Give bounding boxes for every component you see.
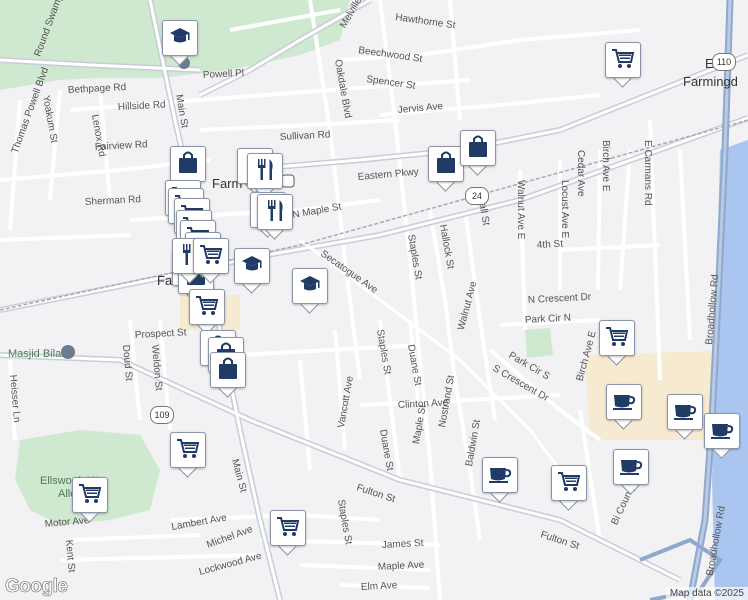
marker-box xyxy=(234,248,270,284)
marker-box xyxy=(667,394,703,430)
cafe-marker[interactable] xyxy=(482,457,518,503)
cart-icon xyxy=(194,292,220,323)
cart-icon xyxy=(556,468,582,499)
cafe-icon xyxy=(672,397,698,428)
marker-box xyxy=(210,352,246,388)
street-label: Powell Pl xyxy=(203,68,245,81)
cafe-icon xyxy=(618,452,644,483)
street-label: E Carmans Rd xyxy=(642,140,653,206)
marker-box xyxy=(270,510,306,546)
school-marker[interactable] xyxy=(292,268,328,314)
marker-box xyxy=(193,238,229,274)
shopping-marker[interactable] xyxy=(551,465,587,511)
restaurant-marker[interactable] xyxy=(247,153,283,199)
school-icon xyxy=(297,271,323,302)
marker-box xyxy=(247,153,283,189)
street-label: Cedar Ave xyxy=(575,150,586,197)
marker-box xyxy=(428,146,464,182)
restaurant-marker[interactable] xyxy=(257,194,293,240)
cart-icon xyxy=(175,435,201,466)
school-icon xyxy=(239,251,265,282)
route-24-shield: 24 xyxy=(465,187,489,205)
shopping-marker[interactable] xyxy=(605,42,641,88)
street-label: 4th St xyxy=(537,239,564,251)
cluster-marker[interactable] xyxy=(210,352,246,398)
school-marker[interactable] xyxy=(162,20,198,66)
cafe-marker[interactable] xyxy=(667,394,703,440)
marker-box xyxy=(599,320,635,356)
map-attribution: Map data ©2025 xyxy=(665,587,748,600)
marker-box xyxy=(605,42,641,78)
marker-box xyxy=(704,413,740,449)
shopping-marker[interactable] xyxy=(599,320,635,366)
store-marker[interactable] xyxy=(428,146,464,192)
cafe-icon xyxy=(487,460,513,491)
marker-box xyxy=(170,146,206,182)
shopping-marker[interactable] xyxy=(72,477,108,523)
google-logo: Google xyxy=(5,576,69,598)
marker-box xyxy=(292,268,328,304)
mosque-icon[interactable] xyxy=(61,345,75,359)
marker-box xyxy=(460,130,496,166)
marker-box xyxy=(606,384,642,420)
store-marker[interactable] xyxy=(460,130,496,176)
poi-label: Masjid Bilal xyxy=(8,348,64,360)
restaurant-icon xyxy=(252,156,278,187)
bag-icon xyxy=(215,355,241,386)
school-marker[interactable] xyxy=(234,248,270,294)
shopping-marker[interactable] xyxy=(270,510,306,556)
cafe-marker[interactable] xyxy=(704,413,740,459)
marker-box xyxy=(257,194,293,230)
shopping-marker[interactable] xyxy=(189,289,225,335)
train-station-icon[interactable] xyxy=(281,174,295,188)
cafe-marker[interactable] xyxy=(613,449,649,495)
marker-box xyxy=(170,432,206,468)
street-label: Walnut Ave E xyxy=(515,180,526,240)
map-canvas[interactable]: Round Swamp Rd Melville Rd Hawthorne St … xyxy=(0,0,748,600)
route-110-shield: 110 xyxy=(712,53,736,71)
bag-icon xyxy=(175,149,201,180)
route-109-shield: 109 xyxy=(150,406,174,424)
marker-box xyxy=(72,477,108,513)
marker-box xyxy=(482,457,518,493)
shopping-marker[interactable] xyxy=(170,432,206,478)
bag-icon xyxy=(465,133,491,164)
cafe-marker[interactable] xyxy=(606,384,642,430)
cart-icon xyxy=(610,45,636,76)
cafe-icon xyxy=(709,416,735,447)
marker-box xyxy=(613,449,649,485)
street-label: Elm Ave xyxy=(361,580,398,593)
cart-icon xyxy=(198,241,224,272)
restaurant-icon xyxy=(262,197,288,228)
marker-box xyxy=(162,20,198,56)
marker-box xyxy=(551,465,587,501)
cafe-icon xyxy=(611,387,637,418)
cart-icon xyxy=(275,513,301,544)
cart-icon xyxy=(77,480,103,511)
street-label: Birch Ave E xyxy=(600,140,611,192)
cart-icon xyxy=(604,323,630,354)
street-label: James St xyxy=(382,538,424,551)
park-area xyxy=(525,328,553,358)
bag-icon xyxy=(433,149,459,180)
town-label: Fa xyxy=(157,273,173,288)
street-label: Locust Ave E xyxy=(559,180,570,239)
town-label: Farmingd xyxy=(683,74,738,89)
marker-box xyxy=(189,289,225,325)
cluster-marker[interactable] xyxy=(193,238,229,284)
school-icon xyxy=(167,23,193,54)
